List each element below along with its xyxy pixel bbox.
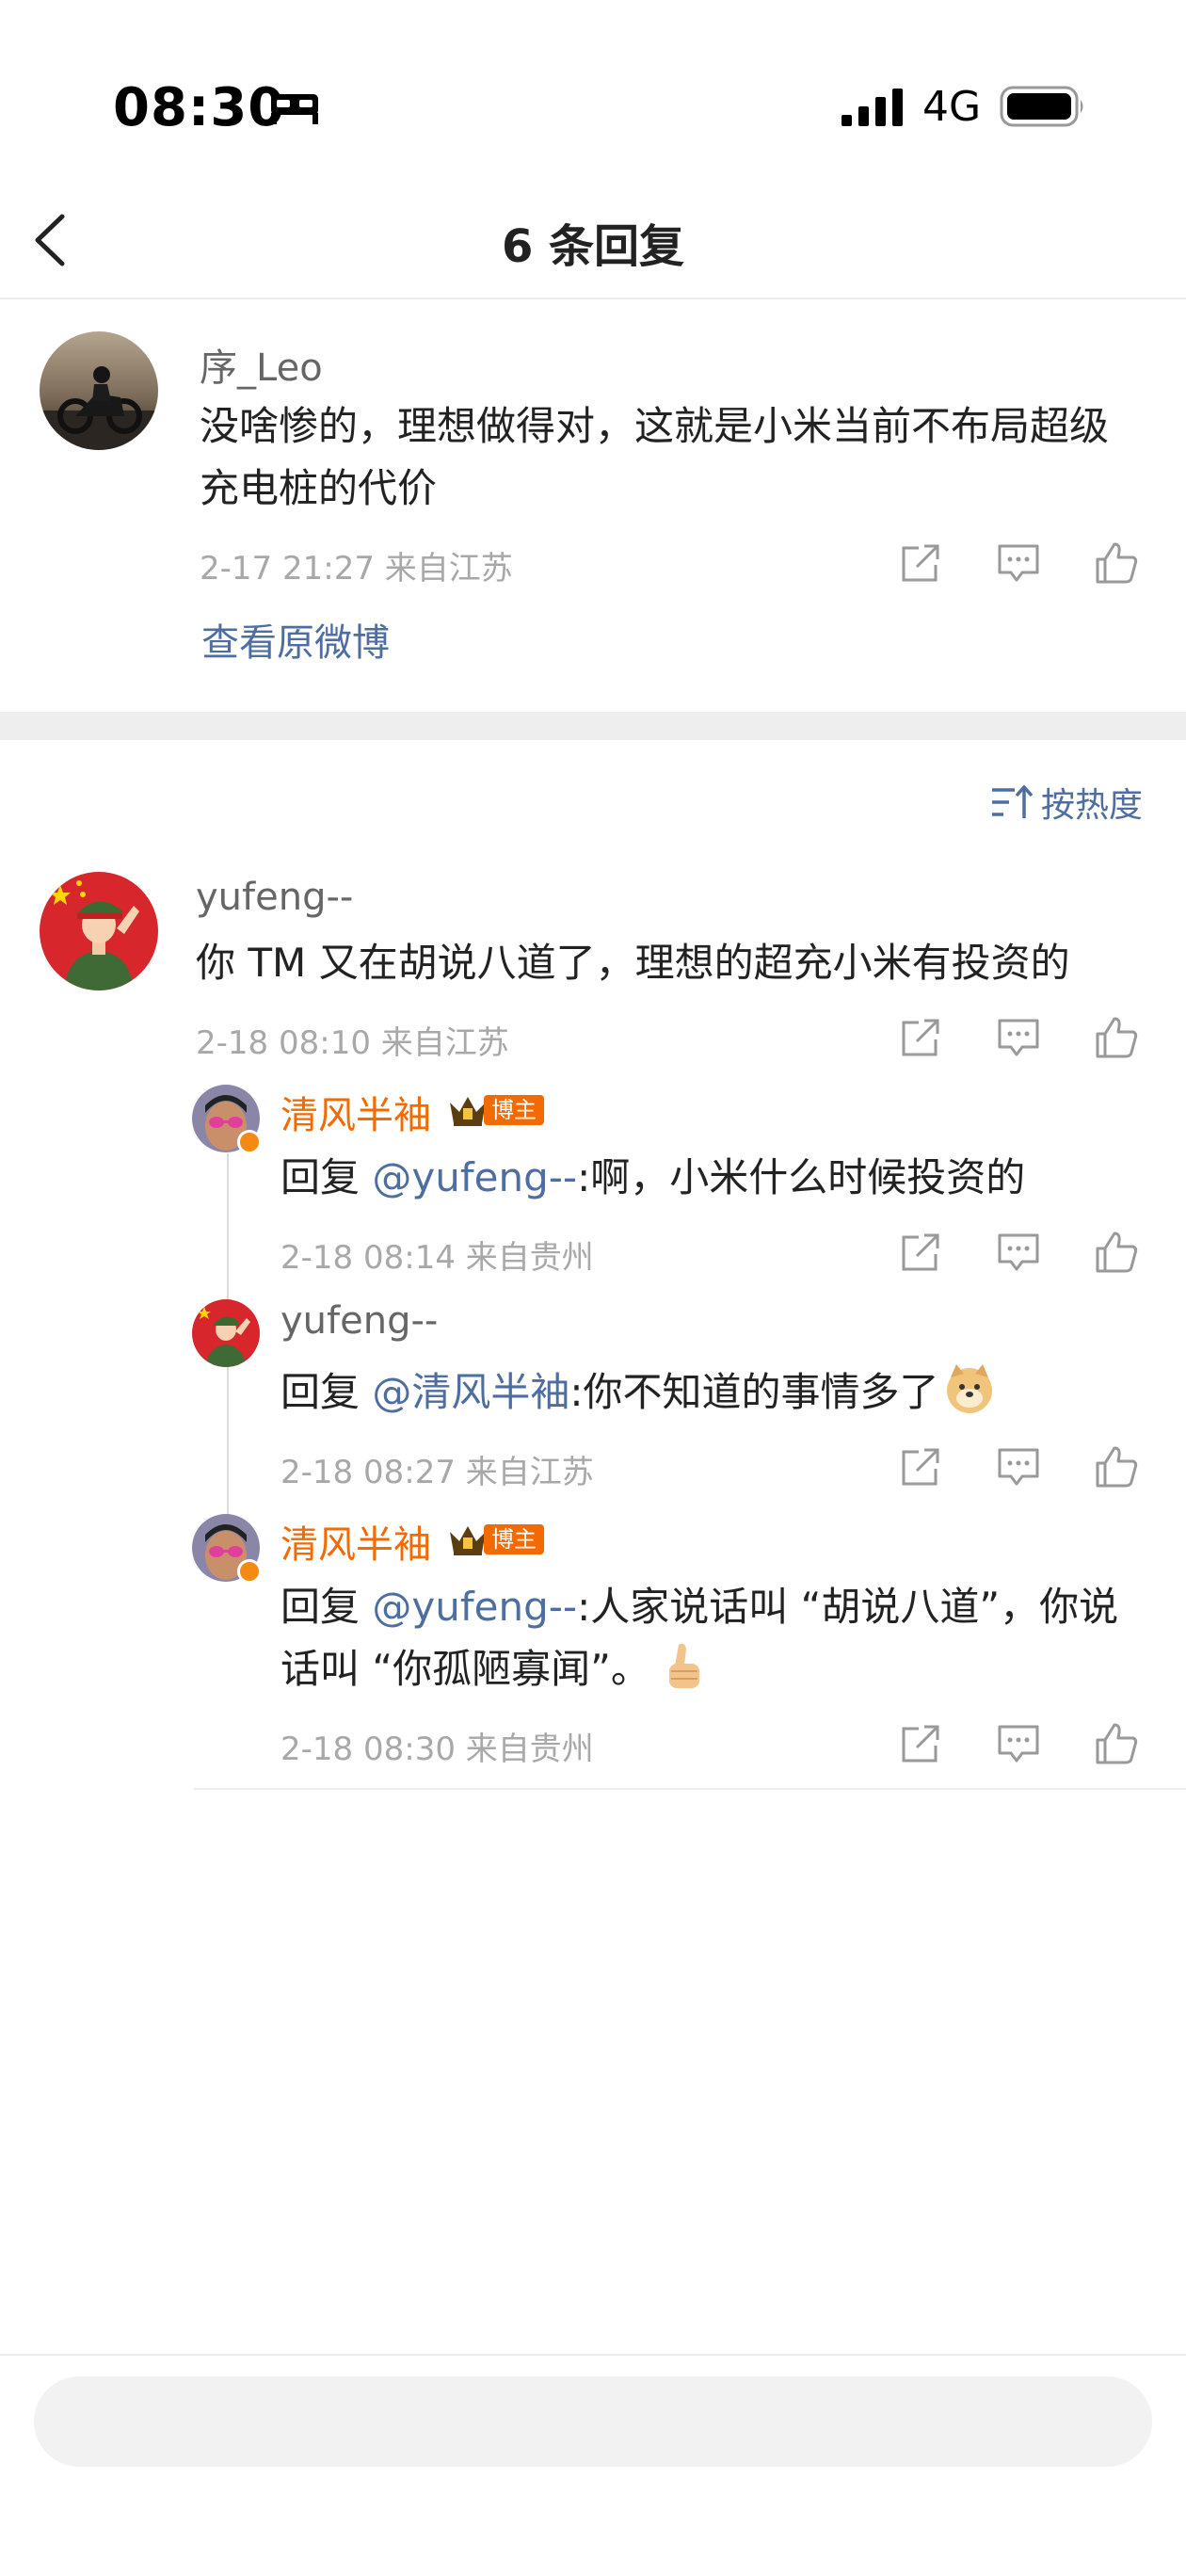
mention-link[interactable]: @yufeng-- [372, 1154, 577, 1200]
doge-emoji-icon [946, 1364, 992, 1413]
comment-text: 没啥惨的，理想做得对，这就是小米当前不布局超级充电桩的代价 [200, 403, 1110, 511]
author-badge: 博主 [446, 1092, 544, 1128]
avatar[interactable] [40, 872, 158, 990]
signal-icon [841, 89, 903, 126]
reply-body: :啊，小米什么时候投资的 [577, 1154, 1026, 1200]
thumbs-up-emoji-icon [668, 1643, 699, 1688]
verified-badge-icon [237, 1559, 262, 1584]
sort-icon [991, 784, 1034, 818]
comment-meta: 2-18 08:10 来自江苏 [196, 1024, 509, 1062]
reply-prefix: 回复 [280, 1154, 373, 1200]
like-icon[interactable] [1094, 1015, 1139, 1060]
share-icon[interactable] [898, 1015, 943, 1060]
avatar[interactable] [192, 1299, 260, 1367]
username[interactable]: 清风半袖 [280, 1085, 431, 1139]
reply-meta: 2-18 08:30 来自贵州 [280, 1731, 594, 1768]
mention-link[interactable]: @清风半袖 [372, 1369, 569, 1415]
comment-text: 你 TM 又在胡说八道了，理想的超充小米有投资的 [196, 940, 1070, 986]
view-original-link[interactable]: 查看原微博 [201, 612, 390, 667]
reply-text: 回复 @清风半袖:你不知道的事情多了 [280, 1361, 1146, 1424]
verified-badge-icon [237, 1130, 262, 1154]
like-icon[interactable] [1094, 1444, 1139, 1489]
bottom-bar [0, 2354, 1186, 2576]
sort-label: 按热度 [1040, 786, 1143, 825]
username[interactable]: yufeng-- [280, 1299, 438, 1343]
like-icon[interactable] [1094, 1230, 1139, 1275]
reply-body: :你不知道的事情多了 [569, 1369, 939, 1415]
username[interactable]: 清风半袖 [280, 1514, 431, 1569]
comment-actions [898, 1015, 1143, 1062]
reply-actions [898, 1721, 1143, 1768]
reply-meta: 2-18 08:27 来自江苏 [280, 1454, 594, 1491]
reply-text: 回复 @yufeng--:人家说话叫 “胡说八道”，你说话叫 “你孤陋寡闻”。 [280, 1576, 1146, 1700]
comment-icon[interactable] [996, 1015, 1041, 1060]
reply-prefix: 回复 [280, 1584, 373, 1630]
username[interactable]: 序_Leo [200, 337, 323, 392]
share-icon[interactable] [898, 1444, 943, 1489]
comment-meta: 2-17 21:27 来自江苏 [200, 550, 513, 588]
badge-label: 博主 [484, 1095, 544, 1125]
reply-actions [898, 1444, 1143, 1491]
network-label: 4G [922, 83, 982, 131]
reply-prefix: 回复 [280, 1369, 373, 1415]
username[interactable]: yufeng-- [196, 876, 353, 919]
badge-label: 博主 [484, 1524, 544, 1554]
comment-icon[interactable] [996, 540, 1041, 586]
page-title: 6 条回复 [501, 220, 685, 273]
bed-icon [271, 94, 318, 124]
reply-input[interactable] [34, 2376, 1152, 2467]
reply-actions [898, 1230, 1143, 1277]
sort-button[interactable]: 按热度 [990, 778, 1143, 827]
share-icon[interactable] [898, 540, 943, 586]
comment-icon[interactable] [996, 1444, 1041, 1489]
comment-icon[interactable] [996, 1230, 1041, 1275]
mention-link[interactable]: @yufeng-- [372, 1584, 577, 1630]
comment-icon[interactable] [996, 1721, 1041, 1766]
share-icon[interactable] [898, 1230, 943, 1275]
section-divider [0, 712, 1186, 740]
author-badge: 博主 [446, 1521, 544, 1557]
like-icon[interactable] [1094, 540, 1139, 586]
avatar[interactable] [40, 331, 158, 450]
status-time: 08:30 [113, 77, 286, 138]
list-end-divider [194, 1788, 1186, 1790]
reply-meta: 2-18 08:14 来自贵州 [280, 1239, 594, 1277]
battery-icon [1000, 86, 1083, 127]
share-icon[interactable] [898, 1721, 943, 1766]
nav-bar: 6 条回复 [0, 188, 1186, 299]
comment-actions [898, 540, 1143, 588]
like-icon[interactable] [1094, 1721, 1139, 1766]
status-bar: 08:30 4G [0, 0, 1186, 188]
reply-text: 回复 @yufeng--:啊，小米什么时候投资的 [280, 1147, 1146, 1209]
